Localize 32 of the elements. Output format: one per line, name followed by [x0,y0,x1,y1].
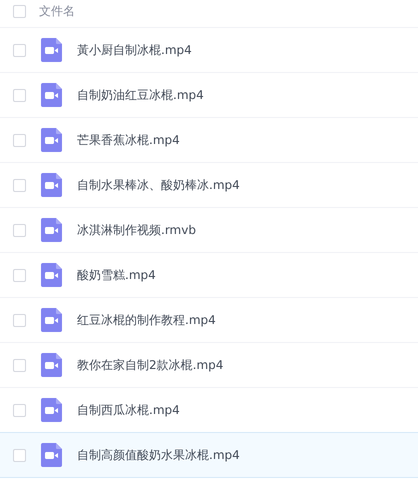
checkbox[interactable] [13,4,26,18]
file-name: 黃小厨自制冰棍.mp4 [77,42,192,58]
video-file-icon [41,308,62,332]
file-name: 自制奶油红豆冰棍.mp4 [77,86,204,104]
file-name: 红豆冰棍的制作教程.mp4 [77,312,216,328]
checkbox[interactable] [13,44,26,56]
checkbox[interactable] [13,224,26,236]
checkbox[interactable] [13,134,26,146]
video-file-icon [41,353,62,377]
file-name: 冰淇淋制作视频.rmvb [77,222,196,238]
file-name: 自制水果棒冰、酸奶棒冰.mp4 [77,176,240,194]
checkbox[interactable] [13,404,26,416]
file-name: 自制高颜值酸奶水果冰棍.mp4 [77,446,240,464]
file-row[interactable]: 自制高颜值酸奶水果冰棍.mp4 [0,432,418,478]
video-file-icon [41,398,62,422]
file-name: 教你在家自制2款冰棍.mp4 [77,356,224,374]
checkbox[interactable] [13,358,26,372]
video-file-icon [41,173,62,197]
video-file-icon [41,83,62,107]
checkbox[interactable] [13,178,26,192]
file-name: 芒果香蕉冰棍.mp4 [77,132,180,148]
file-name: 自制西瓜冰棍.mp4 [77,402,180,418]
video-file-icon [41,38,62,62]
video-file-icon [41,128,62,152]
file-name: 酸奶雪糕.mp4 [77,266,156,284]
video-file-icon [41,443,62,467]
video-file-icon [41,263,62,287]
checkbox[interactable] [13,314,26,326]
checkbox[interactable] [13,88,26,102]
checkbox[interactable] [13,448,26,462]
checkbox[interactable] [13,268,26,282]
video-file-icon [41,218,62,242]
